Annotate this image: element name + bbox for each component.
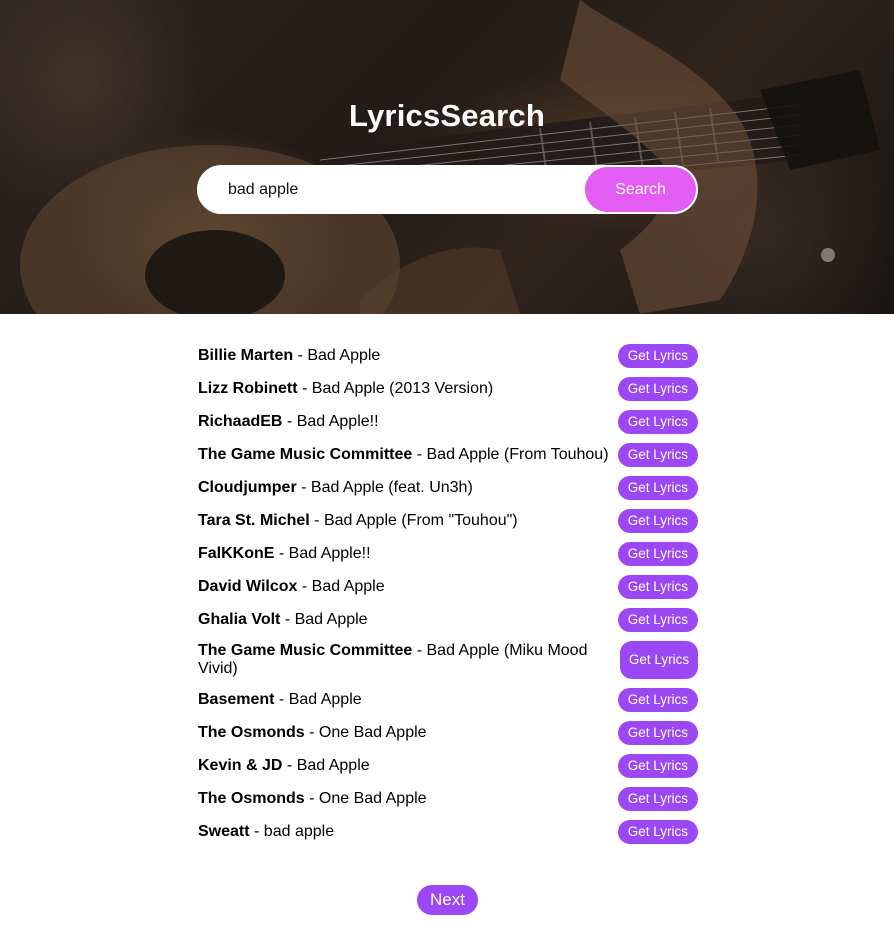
separator: -	[296, 478, 311, 496]
separator: -	[412, 445, 427, 463]
get-lyrics-button[interactable]: Get Lyrics	[617, 786, 698, 811]
artist-name: The Game Music Committee	[198, 641, 413, 659]
search-input[interactable]	[228, 178, 578, 202]
artist-name: The Game Music Committee	[198, 445, 413, 463]
separator: -	[293, 346, 308, 364]
get-lyrics-button[interactable]: Get Lyrics	[617, 541, 698, 566]
result-row: Cloudjumper - Bad Apple (feat. Un3h) Get…	[198, 471, 698, 504]
song-title: Bad Apple	[296, 756, 370, 774]
separator: -	[304, 723, 319, 741]
separator: -	[412, 641, 427, 659]
result-text: The Game Music Committee - Bad Apple (Fr…	[198, 446, 618, 464]
result-row: David Wilcox - Bad Apple Get Lyrics	[198, 570, 698, 603]
artist-name: Tara St. Michel	[198, 511, 310, 529]
hero-overlay	[0, 0, 894, 314]
separator: -	[304, 789, 319, 807]
separator: -	[297, 577, 312, 595]
artist-name: Ghalia Volt	[198, 610, 281, 628]
result-text: RichaadEB - Bad Apple!!	[198, 413, 618, 431]
get-lyrics-button[interactable]: Get Lyrics	[617, 475, 698, 500]
get-lyrics-button[interactable]: Get Lyrics	[617, 607, 698, 632]
get-lyrics-button[interactable]: Get Lyrics	[617, 343, 698, 368]
get-lyrics-button[interactable]: Get Lyrics	[617, 819, 698, 844]
artist-name: Sweatt	[198, 822, 250, 840]
result-row: Sweatt - bad apple Get Lyrics	[198, 815, 698, 848]
result-text: Ghalia Volt - Bad Apple	[198, 611, 618, 629]
get-lyrics-button[interactable]: Get Lyrics	[617, 508, 698, 533]
result-row: Lizz Robinett - Bad Apple (2013 Version)…	[198, 372, 698, 405]
result-text: Tara St. Michel - Bad Apple (From "Touho…	[198, 512, 618, 530]
get-lyrics-button[interactable]: Get Lyrics	[617, 376, 698, 401]
result-text: Sweatt - bad apple	[198, 823, 618, 841]
song-title: One Bad Apple	[318, 723, 427, 741]
artist-name: The Osmonds	[198, 723, 305, 741]
app-title: LyricsSearch	[349, 98, 545, 133]
result-row: The Game Music Committee - Bad Apple (Mi…	[198, 636, 698, 683]
result-text: Billie Marten - Bad Apple	[198, 347, 618, 365]
song-title: Bad Apple (From "Touhou")	[323, 511, 518, 529]
song-title: Bad Apple (2013 Version)	[311, 379, 494, 397]
result-row: Billie Marten - Bad Apple Get Lyrics	[198, 339, 698, 372]
result-text: The Osmonds - One Bad Apple	[198, 724, 618, 742]
song-title: Bad Apple	[307, 346, 381, 364]
artist-name: RichaadEB	[198, 412, 283, 430]
song-title: bad apple	[263, 822, 335, 840]
artist-name: Basement	[198, 690, 275, 708]
next-page-button[interactable]: Next	[417, 885, 478, 915]
song-title: Bad Apple (From Touhou)	[426, 445, 609, 463]
song-title: Bad Apple	[311, 577, 385, 595]
result-row: Tara St. Michel - Bad Apple (From "Touho…	[198, 504, 698, 537]
search-button[interactable]: Search	[585, 167, 696, 212]
artist-name: Billie Marten	[198, 346, 294, 364]
result-row: The Osmonds - One Bad Apple Get Lyrics	[198, 716, 698, 749]
get-lyrics-button[interactable]: Get Lyrics	[617, 574, 698, 599]
song-title: Bad Apple (feat. Un3h)	[310, 478, 473, 496]
artist-name: Lizz Robinett	[198, 379, 298, 397]
artist-name: Kevin & JD	[198, 756, 283, 774]
search-form: Search	[197, 165, 698, 214]
result-row: RichaadEB - Bad Apple!! Get Lyrics	[198, 405, 698, 438]
result-row: Basement - Bad Apple Get Lyrics	[198, 683, 698, 716]
get-lyrics-button[interactable]: Get Lyrics	[617, 687, 698, 712]
artist-name: David Wilcox	[198, 577, 298, 595]
separator: -	[297, 379, 312, 397]
result-text: The Osmonds - One Bad Apple	[198, 790, 618, 808]
song-title: Bad Apple	[288, 690, 362, 708]
result-row: FalKKonE - Bad Apple!! Get Lyrics	[198, 537, 698, 570]
get-lyrics-button[interactable]: Get Lyrics	[617, 753, 698, 778]
get-lyrics-button[interactable]: Get Lyrics	[620, 640, 698, 679]
separator: -	[274, 690, 289, 708]
result-text: Lizz Robinett - Bad Apple (2013 Version)	[198, 380, 618, 398]
separator: -	[274, 544, 289, 562]
song-title: Bad Apple!!	[288, 544, 371, 562]
get-lyrics-button[interactable]: Get Lyrics	[617, 720, 698, 745]
result-text: David Wilcox - Bad Apple	[198, 578, 618, 596]
separator: -	[280, 610, 295, 628]
result-text: FalKKonE - Bad Apple!!	[198, 545, 618, 563]
get-lyrics-button[interactable]: Get Lyrics	[617, 409, 698, 434]
result-text: The Game Music Committee - Bad Apple (Mi…	[198, 642, 620, 678]
result-row: Ghalia Volt - Bad Apple Get Lyrics	[198, 603, 698, 636]
result-text: Basement - Bad Apple	[198, 691, 618, 709]
artist-name: The Osmonds	[198, 789, 305, 807]
song-title: Bad Apple	[294, 610, 368, 628]
results-list: Billie Marten - Bad Apple Get Lyrics Liz…	[198, 339, 698, 848]
artist-name: Cloudjumper	[198, 478, 297, 496]
song-title: Bad Apple!!	[296, 412, 379, 430]
hero-banner: LyricsSearch Search	[0, 0, 894, 314]
separator: -	[282, 412, 297, 430]
result-row: Kevin & JD - Bad Apple Get Lyrics	[198, 749, 698, 782]
separator: -	[249, 822, 264, 840]
result-text: Cloudjumper - Bad Apple (feat. Un3h)	[198, 479, 618, 497]
song-title: One Bad Apple	[318, 789, 427, 807]
get-lyrics-button[interactable]: Get Lyrics	[617, 442, 698, 467]
separator: -	[282, 756, 297, 774]
result-text: Kevin & JD - Bad Apple	[198, 757, 618, 775]
result-row: The Osmonds - One Bad Apple Get Lyrics	[198, 782, 698, 815]
result-row: The Game Music Committee - Bad Apple (Fr…	[198, 438, 698, 471]
artist-name: FalKKonE	[198, 544, 275, 562]
separator: -	[309, 511, 324, 529]
